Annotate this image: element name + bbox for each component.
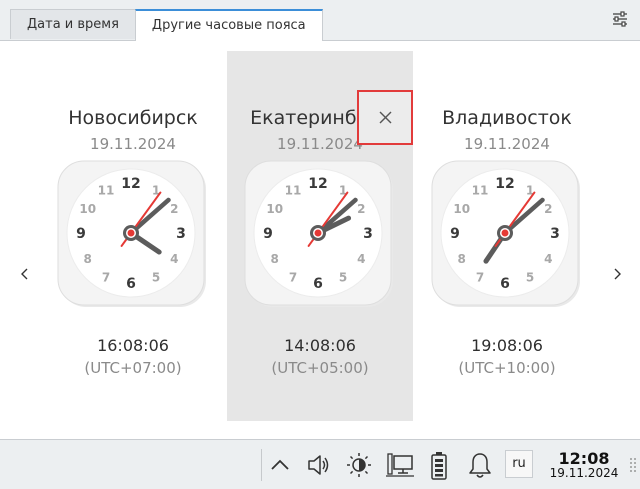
clock-number: 12 bbox=[308, 176, 327, 192]
clock-number: 9 bbox=[76, 226, 86, 242]
speaker-icon bbox=[308, 455, 329, 475]
clock-face: 12 1234567891011 bbox=[57, 160, 206, 307]
clock-number: 8 bbox=[458, 252, 466, 266]
bell-icon bbox=[469, 453, 491, 478]
prev-button[interactable] bbox=[17, 264, 33, 284]
battery-button[interactable] bbox=[421, 445, 457, 485]
clock-number: 2 bbox=[170, 202, 178, 216]
grip-icon bbox=[630, 458, 636, 472]
tray-expand-button[interactable] bbox=[262, 445, 298, 485]
clock-number: 3 bbox=[176, 226, 186, 242]
clock-number: 9 bbox=[450, 226, 460, 242]
clock-number: 12 bbox=[121, 176, 140, 192]
city-utc-offset: (UTC+05:00) bbox=[271, 359, 369, 377]
remove-city-button[interactable] bbox=[357, 90, 413, 145]
clock-number: 5 bbox=[152, 270, 160, 284]
brightness-icon bbox=[347, 453, 371, 477]
close-icon bbox=[379, 111, 392, 124]
tray-clock-date[interactable]: 19.11.2024 bbox=[548, 465, 620, 481]
network-wired-icon bbox=[386, 453, 414, 477]
tab-other-timezones[interactable]: Другие часовые пояса bbox=[134, 9, 323, 41]
analog-clock: 12 1 2 3 4 5 6 7 8 9 10 11 bbox=[243, 159, 397, 311]
city-card-vladivostok[interactable]: Владивосток 19.11.2024 12 1 2 3 4 5 6 7 8 9 10 11 1… bbox=[414, 51, 600, 421]
clock-number: 11 bbox=[285, 184, 302, 198]
analog-clock: 12 1 2 3 4 5 6 7 8 9 10 11 bbox=[430, 159, 584, 311]
clock-number: 4 bbox=[170, 252, 178, 266]
clock-number: 7 bbox=[476, 270, 484, 284]
tab-date-time[interactable]: Дата и время bbox=[10, 9, 136, 39]
clock-number: 8 bbox=[271, 252, 279, 266]
clock-number: 8 bbox=[84, 252, 92, 266]
clock-number: 10 bbox=[453, 202, 470, 216]
clock-number: 5 bbox=[526, 270, 534, 284]
clock-number: 3 bbox=[550, 226, 560, 242]
clock-number: 12 bbox=[495, 176, 514, 192]
clock-number: 10 bbox=[79, 202, 96, 216]
city-utc-offset: (UTC+10:00) bbox=[458, 359, 556, 377]
next-button[interactable] bbox=[609, 264, 625, 284]
city-date: 19.11.2024 bbox=[464, 135, 550, 153]
clock-number: 2 bbox=[544, 202, 552, 216]
analog-clock: 12 1 2 3 4 5 6 7 8 9 10 11 bbox=[56, 159, 210, 311]
city-name: Новосибирск bbox=[68, 107, 198, 129]
chevron-left-icon bbox=[21, 268, 28, 280]
clock-number: 3 bbox=[363, 226, 373, 242]
clock-number: 11 bbox=[472, 184, 489, 198]
clock-number: 10 bbox=[266, 202, 283, 216]
clock-number: 6 bbox=[313, 276, 323, 292]
chevron-up-icon bbox=[271, 459, 289, 470]
clock-number: 2 bbox=[357, 202, 365, 216]
settings-button[interactable] bbox=[610, 9, 630, 29]
sliders-icon bbox=[613, 11, 627, 27]
clock-number: 6 bbox=[500, 276, 510, 292]
city-date: 19.11.2024 bbox=[90, 135, 176, 153]
keyboard-layout-indicator[interactable]: ru bbox=[505, 450, 533, 478]
clock-face: 12 1234567891011 bbox=[431, 160, 580, 307]
city-name: Владивосток bbox=[442, 107, 572, 129]
network-button[interactable] bbox=[382, 445, 418, 485]
city-time: 14:08:06 bbox=[284, 336, 356, 355]
clock-number: 4 bbox=[357, 252, 365, 266]
clock-number: 6 bbox=[126, 276, 136, 292]
clock-number: 7 bbox=[102, 270, 110, 284]
clock-number: 4 bbox=[544, 252, 552, 266]
city-time: 16:08:06 bbox=[97, 336, 169, 355]
clock-number: 11 bbox=[98, 184, 115, 198]
brightness-button[interactable] bbox=[341, 445, 377, 485]
notifications-button[interactable] bbox=[462, 445, 498, 485]
volume-button[interactable] bbox=[300, 445, 336, 485]
taskbar: ru 12:08 19.11.2024 bbox=[0, 441, 640, 489]
show-desktop-handle[interactable] bbox=[626, 445, 640, 485]
city-utc-offset: (UTC+07:00) bbox=[84, 359, 182, 377]
clock-number: 5 bbox=[339, 270, 347, 284]
clock-number: 7 bbox=[289, 270, 297, 284]
battery-icon bbox=[431, 452, 447, 480]
city-time: 19:08:06 bbox=[471, 336, 543, 355]
tab-bar: Дата и время Другие часовые пояса bbox=[10, 9, 323, 41]
chevron-right-icon bbox=[614, 268, 621, 280]
city-card-novosibirsk[interactable]: Новосибирск 19.11.2024 12 1 2 3 4 5 6 7 8 9 10 11 1… bbox=[40, 51, 226, 421]
timezones-panel: Новосибирск 19.11.2024 12 1 2 3 4 5 6 7 8 9 10 11 1… bbox=[0, 40, 640, 440]
clock-number: 9 bbox=[263, 226, 273, 242]
clock-face: 12 1234567891011 bbox=[244, 160, 393, 307]
